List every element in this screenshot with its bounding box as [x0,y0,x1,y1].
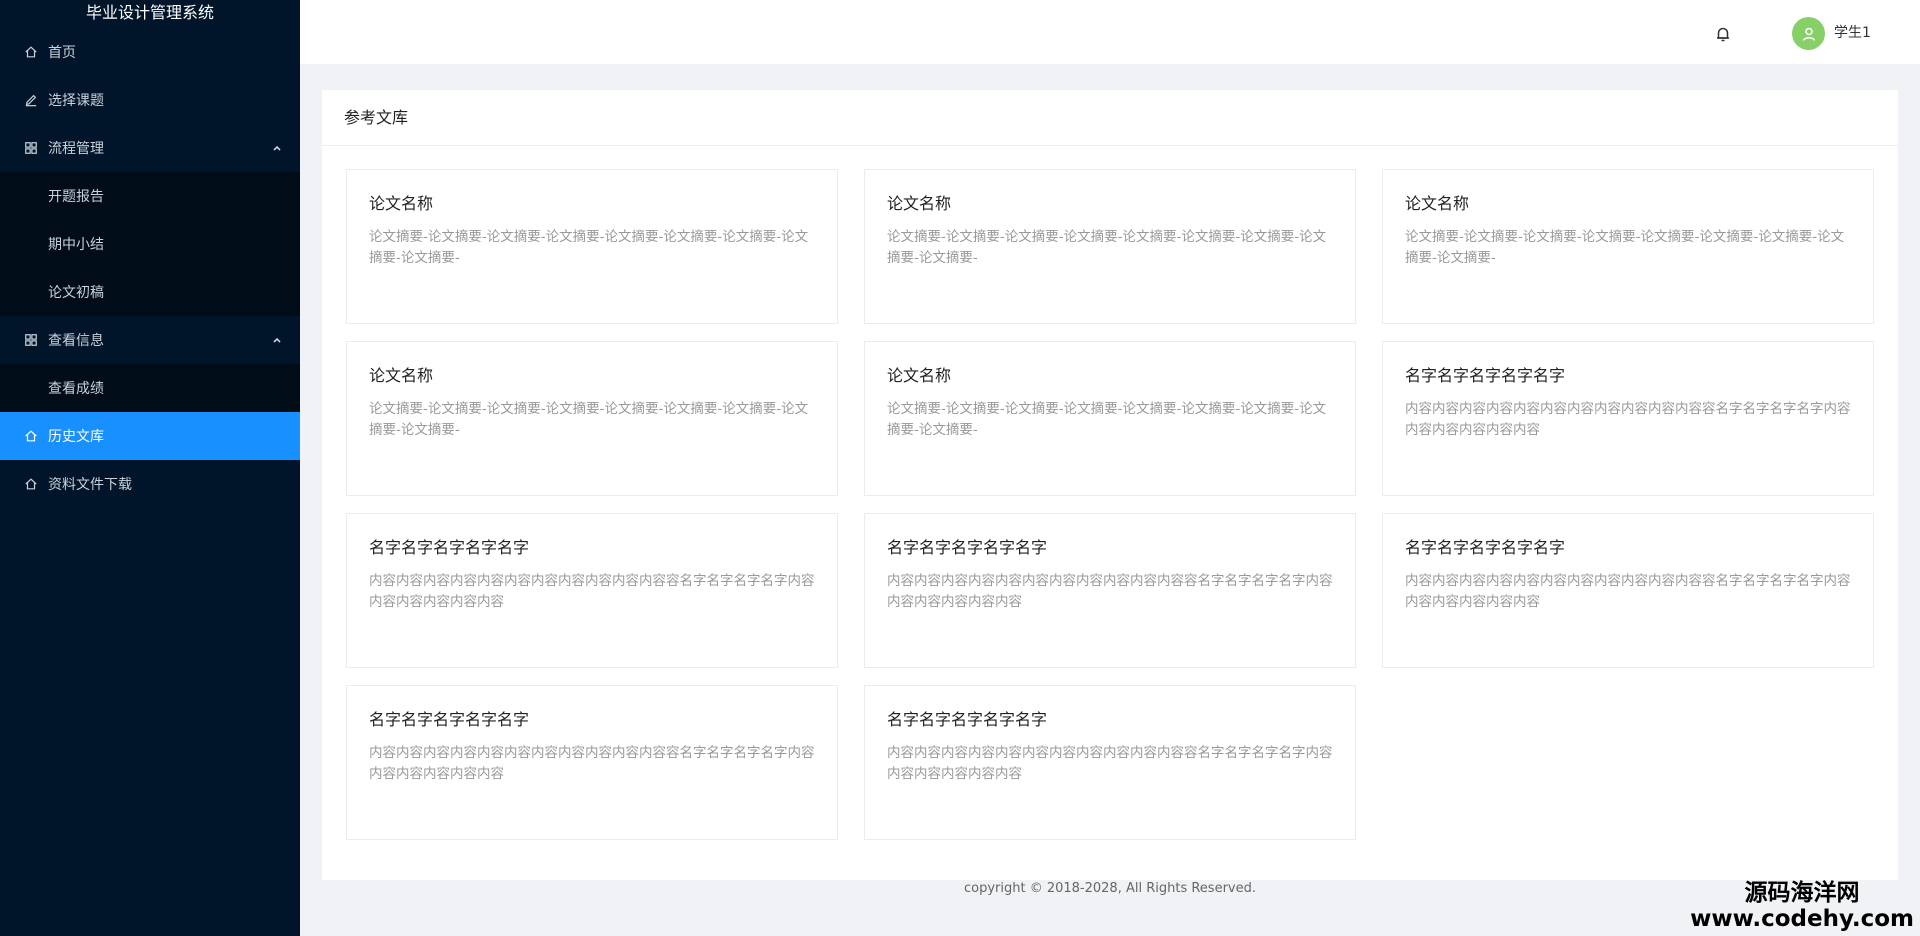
page-title: 参考文库 [322,90,1898,146]
paper-title: 名字名字名字名字名字 [369,538,530,557]
sidebar-item-label: 流程管理 [48,141,104,157]
user-icon [1802,27,1815,41]
grid-icon [24,333,38,347]
paper-abstract: 内容内容内容内容内容内容内容内容内容内容内容容名字名字名字名字内容内容内容内容内… [1405,401,1851,438]
paper-card[interactable]: 名字名字名字名字名字 内容内容内容内容内容内容内容内容内容内容内容容名字名字名字… [1382,513,1874,668]
sidebar-item-home[interactable]: 首页 [0,28,300,76]
paper-title: 名字名字名字名字名字 [887,710,1048,729]
sidebar-item-label: 论文初稿 [48,285,104,301]
grid-icon [24,141,38,155]
paper-abstract: 内容内容内容内容内容内容内容内容内容内容内容容名字名字名字名字内容内容内容内容内… [369,573,815,610]
paper-card[interactable]: 名字名字名字名字名字 内容内容内容内容内容内容内容内容内容内容内容容名字名字名字… [864,685,1356,840]
paper-title: 论文名称 [369,194,434,213]
paper-title: 名字名字名字名字名字 [369,710,530,729]
sidebar-item-label: 查看成绩 [48,381,104,397]
paper-card[interactable]: 名字名字名字名字名字 内容内容内容内容内容内容内容内容内容内容内容容名字名字名字… [864,513,1356,668]
paper-title: 名字名字名字名字名字 [1405,366,1566,385]
footer-copyright: copyright © 2018-2028, All Rights Reserv… [963,881,1256,896]
paper-abstract: 内容内容内容内容内容内容内容内容内容内容内容容名字名字名字名字内容内容内容内容内… [887,745,1333,782]
sidebar-item-midterm-summary[interactable]: 期中小结 [0,220,300,268]
watermark: 源码海洋网 www.codehy.com [1690,880,1914,932]
paper-card[interactable]: 名字名字名字名字名字 内容内容内容内容内容内容内容内容内容内容内容容名字名字名字… [346,685,838,840]
paper-card[interactable]: 论文名称 论文摘要-论文摘要-论文摘要-论文摘要-论文摘要-论文摘要-论文摘要-… [864,341,1356,496]
sidebar-item-label: 查看信息 [48,333,104,349]
watermark-url: www.codehy.com [1690,906,1914,932]
sidebar-menu: 首页 选择课题 流程管理 开题报告 期中小结 论文初稿 查看信息 查看成绩 历史… [0,28,300,508]
sidebar-item-label: 期中小结 [48,237,104,253]
paper-abstract: 论文摘要-论文摘要-论文摘要-论文摘要-论文摘要-论文摘要-论文摘要-论文摘要-… [887,401,1327,438]
sidebar-item-select-topic[interactable]: 选择课题 [0,76,300,124]
chevron-up-icon [273,145,281,151]
bell-icon[interactable] [1714,25,1732,43]
paper-card[interactable]: 论文名称 论文摘要-论文摘要-论文摘要-论文摘要-论文摘要-论文摘要-论文摘要-… [346,341,838,496]
sidebar-item-file-download[interactable]: 资料文件下载 [0,460,300,508]
edit-icon [24,93,38,107]
paper-title: 论文名称 [887,194,952,213]
submenu-view-info: 查看成绩 [0,364,300,412]
paper-title: 名字名字名字名字名字 [1405,538,1566,557]
app-title: 毕业设计管理系统 [85,3,214,22]
watermark-name: 源码海洋网 [1744,880,1860,906]
avatar[interactable] [1792,17,1825,50]
paper-card[interactable]: 论文名称 论文摘要-论文摘要-论文摘要-论文摘要-论文摘要-论文摘要-论文摘要-… [1382,169,1874,324]
paper-abstract: 内容内容内容内容内容内容内容内容内容内容内容容名字名字名字名字内容内容内容内容内… [1405,573,1851,610]
top-header: 学生1 [300,0,1920,64]
sidebar-item-view-grades[interactable]: 查看成绩 [0,364,300,412]
paper-abstract: 论文摘要-论文摘要-论文摘要-论文摘要-论文摘要-论文摘要-论文摘要-论文摘要-… [887,229,1327,266]
paper-card[interactable]: 名字名字名字名字名字 内容内容内容内容内容内容内容内容内容内容内容容名字名字名字… [346,513,838,668]
paper-title: 论文名称 [1405,194,1470,213]
home-icon [24,45,38,59]
sidebar-item-thesis-draft[interactable]: 论文初稿 [0,268,300,316]
sidebar-item-history-library[interactable]: 历史文库 [0,412,300,460]
paper-card[interactable]: 名字名字名字名字名字 内容内容内容内容内容内容内容内容内容内容内容容名字名字名字… [1382,341,1874,496]
sidebar-item-process-management[interactable]: 流程管理 [0,124,300,172]
paper-card[interactable]: 论文名称 论文摘要-论文摘要-论文摘要-论文摘要-论文摘要-论文摘要-论文摘要-… [864,169,1356,324]
submenu-process: 开题报告 期中小结 论文初稿 [0,172,300,316]
home-icon [24,429,38,443]
paper-card[interactable]: 论文名称 论文摘要-论文摘要-论文摘要-论文摘要-论文摘要-论文摘要-论文摘要-… [346,169,838,324]
sidebar-item-proposal-report[interactable]: 开题报告 [0,172,300,220]
paper-title: 论文名称 [887,366,952,385]
sidebar-item-label: 选择课题 [48,93,104,109]
paper-title: 名字名字名字名字名字 [887,538,1048,557]
sidebar: 毕业设计管理系统 首页 选择课题 流程管理 开题报告 期中小结 论文初稿 查看信… [0,0,300,936]
library-panel: 参考文库 论文名称 论文摘要-论文摘要-论文摘要-论文摘要-论文摘要-论文摘要-… [322,90,1898,880]
paper-abstract: 论文摘要-论文摘要-论文摘要-论文摘要-论文摘要-论文摘要-论文摘要-论文摘要-… [1405,229,1845,266]
paper-title: 论文名称 [369,366,434,385]
sidebar-item-label: 资料文件下载 [48,477,132,493]
paper-abstract: 论文摘要-论文摘要-论文摘要-论文摘要-论文摘要-论文摘要-论文摘要-论文摘要-… [369,401,809,438]
sidebar-item-label: 首页 [48,45,76,61]
sidebar-item-view-info[interactable]: 查看信息 [0,316,300,364]
paper-abstract: 论文摘要-论文摘要-论文摘要-论文摘要-论文摘要-论文摘要-论文摘要-论文摘要-… [369,229,809,266]
chevron-up-icon [273,337,281,343]
paper-abstract: 内容内容内容内容内容内容内容内容内容内容内容容名字名字名字名字内容内容内容内容内… [369,745,815,782]
paper-abstract: 内容内容内容内容内容内容内容内容内容内容内容容名字名字名字名字内容内容内容内容内… [887,573,1333,610]
sidebar-item-label: 开题报告 [48,189,104,205]
username[interactable]: 学生1 [1834,22,1871,42]
home-icon [24,477,38,491]
sidebar-item-label: 历史文库 [48,429,104,445]
